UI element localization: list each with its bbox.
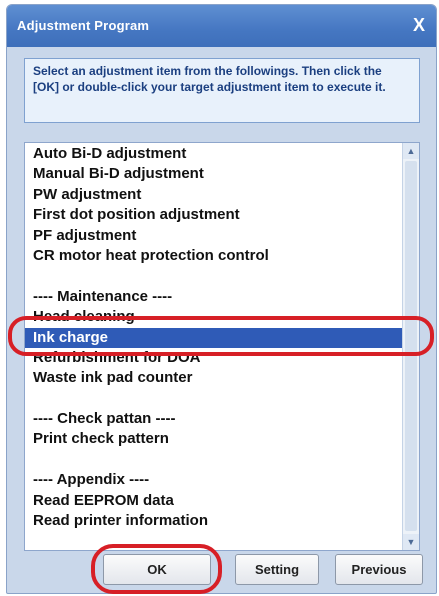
list-item[interactable]: PW adjustment <box>25 185 402 205</box>
title-bar[interactable]: Adjustment Program X <box>7 5 436 47</box>
list-item[interactable]: Print check pattern <box>25 429 402 449</box>
list-item[interactable]: Read printer information <box>25 511 402 531</box>
previous-button[interactable]: Previous <box>335 554 423 585</box>
list-item[interactable]: Auto Bi-D adjustment <box>25 144 402 164</box>
adjustment-program-window: Adjustment Program X Select an adjustmen… <box>6 4 437 594</box>
list-item[interactable]: ---- Check pattan ---- <box>25 409 402 429</box>
scroll-up-arrow-icon[interactable]: ▲ <box>403 143 419 159</box>
list-item[interactable]: First dot position adjustment <box>25 205 402 225</box>
list-item[interactable]: CR motor heat protection control <box>25 246 402 266</box>
list-item[interactable]: Read EEPROM data <box>25 491 402 511</box>
selected-item-highlight-ring <box>8 316 434 356</box>
scroll-down-arrow-icon[interactable]: ▼ <box>403 534 419 550</box>
list-item[interactable]: PF adjustment <box>25 226 402 246</box>
ok-button-highlight-ring <box>91 544 222 594</box>
list-item[interactable]: ---- Maintenance ---- <box>25 287 402 307</box>
list-item[interactable]: Waste ink pad counter <box>25 368 402 388</box>
window-title: Adjustment Program <box>17 18 150 33</box>
close-button[interactable]: X <box>408 14 430 36</box>
setting-button[interactable]: Setting <box>235 554 319 585</box>
list-item[interactable]: Manual Bi-D adjustment <box>25 164 402 184</box>
instruction-text: Select an adjustment item from the follo… <box>24 58 420 123</box>
list-item[interactable]: ---- Appendix ---- <box>25 470 402 490</box>
